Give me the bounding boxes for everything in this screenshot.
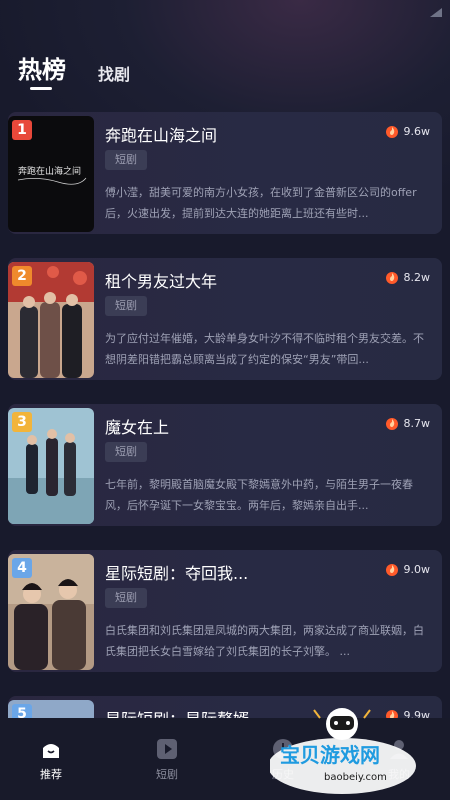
rank-badge: 3: [12, 412, 32, 432]
heat-value: 8.2w: [403, 270, 431, 284]
nav-item-drama[interactable]: 短剧: [137, 738, 197, 782]
tab-find[interactable]: 找剧: [98, 61, 130, 85]
rank-badge: 1: [12, 120, 32, 140]
item-title: 星际短剧：夺回我...: [105, 564, 249, 583]
nav-item-recommend[interactable]: 推荐: [21, 738, 81, 782]
item-description: 七年前，黎明殿首脑魔女殿下黎嫣意外中药，与陌生男子一夜春风，后怀孕诞下一女黎宝宝…: [105, 478, 413, 512]
flame-icon: [385, 418, 398, 430]
signal-icon: [430, 2, 442, 17]
nav-label: 推荐: [40, 768, 62, 781]
heat-value: 8.7w: [403, 416, 431, 430]
list-item[interactable]: 奔跑在山海之间 1 奔跑在山海之间 9.6w 短剧 傅小滢，甜美可爱的南方小女孩…: [8, 112, 442, 234]
poster-image[interactable]: 2: [8, 262, 94, 378]
home-icon: [40, 738, 62, 760]
heat-count: 9.0w: [385, 562, 431, 576]
list-item[interactable]: 2 租个男友过大年 8.2w 短剧 为了应付过年催婚，大龄单身女叶汐不得不临时租…: [8, 258, 442, 380]
poster-image[interactable]: 3: [8, 408, 94, 524]
item-title: 奔跑在山海之间: [105, 126, 218, 145]
genre-tag: 短剧: [105, 588, 147, 608]
tab-active-indicator: [30, 87, 52, 90]
nav-label: 短剧: [156, 768, 178, 781]
genre-tag: 短剧: [105, 442, 147, 462]
heat-value: 9.6w: [403, 124, 431, 138]
item-description: 傅小滢，甜美可爱的南方小女孩，在收到了金普新区公司的offer后，火速出发，提前…: [105, 186, 417, 220]
item-description: 白氏集团和刘氏集团是凤城的两大集团，两家达成了商业联姻，白氏集团把长女白雪嫁给了…: [105, 624, 424, 658]
flame-icon: [385, 272, 398, 284]
status-bar: [0, 0, 450, 17]
watermark-url: baobeiy.com: [324, 772, 387, 783]
genre-tag: 短剧: [105, 296, 147, 316]
heat-count: 8.7w: [385, 416, 431, 430]
list-item[interactable]: 4 星际短剧：夺回我... 9.0w 短剧 白氏集团和刘氏集团是凤城的两大集团，…: [8, 550, 442, 672]
heat-count: 8.2w: [385, 270, 431, 284]
tab-hot[interactable]: 热榜: [18, 50, 66, 85]
flame-icon: [385, 564, 398, 576]
flame-icon: [385, 126, 398, 138]
poster-image[interactable]: 4: [8, 554, 94, 670]
item-description: 为了应付过年催婚，大龄单身女叶汐不得不临时租个男友交差。不想阴差阳错把霸总顾离当…: [105, 332, 424, 366]
rank-badge: 2: [12, 266, 32, 286]
poster-image[interactable]: 奔跑在山海之间 1: [8, 116, 94, 232]
watermark-logo: 宝贝游戏网 baobeiy.com: [268, 700, 450, 800]
list-item[interactable]: 3 魔女在上 8.7w 短剧 七年前，黎明殿首脑魔女殿下黎嫣意外中药，与陌生男子…: [8, 404, 442, 526]
heat-value: 9.0w: [403, 562, 431, 576]
rank-badge: 4: [12, 558, 32, 578]
poster-calligraphy: 奔跑在山海之间: [18, 165, 81, 177]
item-title: 魔女在上: [105, 418, 170, 437]
genre-tag: 短剧: [105, 150, 147, 170]
item-title: 租个男友过大年: [105, 272, 218, 291]
watermark-text: 宝贝游戏网: [280, 743, 380, 767]
play-icon: [156, 738, 178, 760]
heat-count: 9.6w: [385, 124, 431, 138]
